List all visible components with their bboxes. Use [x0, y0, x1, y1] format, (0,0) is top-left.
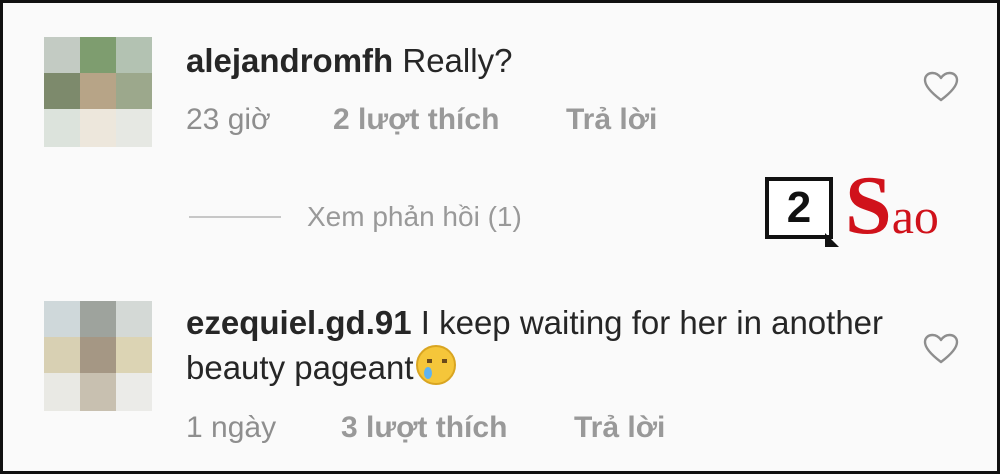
avatar[interactable] [44, 301, 152, 413]
view-replies-label: Xem phản hồi (1) [307, 201, 522, 232]
avatar[interactable] [44, 37, 152, 149]
avatar-pixel [44, 109, 80, 147]
avatar-pixel [44, 301, 80, 339]
crying-face-emoji-icon [415, 345, 456, 385]
avatar-pixel [116, 337, 152, 375]
comment-username[interactable]: alejandromfh [186, 42, 393, 79]
avatar-pixel [80, 37, 116, 75]
comment-likes[interactable]: 2 lượt thích [333, 103, 566, 137]
avatar-pixel [80, 109, 116, 147]
logo-box: 2 [765, 177, 839, 247]
comment-body: alejandromfh Really? [186, 39, 886, 83]
avatar-pixel [44, 373, 80, 411]
comment-time: 23 giờ [186, 103, 271, 136]
heart-outline-icon[interactable] [923, 71, 959, 103]
comment-likes[interactable]: 3 lượt thích [341, 411, 574, 445]
avatar-pixel [44, 337, 80, 375]
reply-button[interactable]: Trả lời [566, 103, 657, 137]
avatar-pixel [44, 73, 80, 111]
avatar-pixel [80, 373, 116, 411]
comment-meta: 1 ngày 3 lượt thích Trả lời [186, 411, 665, 445]
comment-body: ezequiel.gd.91 I keep waiting for her in… [186, 301, 906, 390]
avatar-pixel [80, 337, 116, 375]
avatar-pixel [116, 37, 152, 75]
comment-username[interactable]: ezequiel.gd.91 [186, 304, 412, 341]
avatar-pixel [116, 73, 152, 111]
avatar-pixel [116, 373, 152, 411]
view-replies-button[interactable]: Xem phản hồi (1) [189, 201, 522, 233]
screenshot-frame: alejandromfh Really? 23 giờ 2 lượt thích… [0, 0, 1000, 474]
comment-text: Really? [402, 42, 513, 79]
watermark-logo: 2 Sao [765, 159, 965, 252]
avatar-pixel [116, 109, 152, 147]
avatar-pixel [80, 301, 116, 339]
logo-word: Sao [845, 159, 939, 252]
comment-meta: 23 giờ 2 lượt thích Trả lời [186, 103, 657, 137]
avatar-pixel [44, 37, 80, 75]
avatar-pixel [80, 73, 116, 111]
heart-outline-icon[interactable] [923, 333, 959, 365]
avatar-pixel [116, 301, 152, 339]
comment-time: 1 ngày [186, 411, 277, 444]
replies-divider [189, 216, 281, 218]
reply-button[interactable]: Trả lời [574, 411, 665, 445]
